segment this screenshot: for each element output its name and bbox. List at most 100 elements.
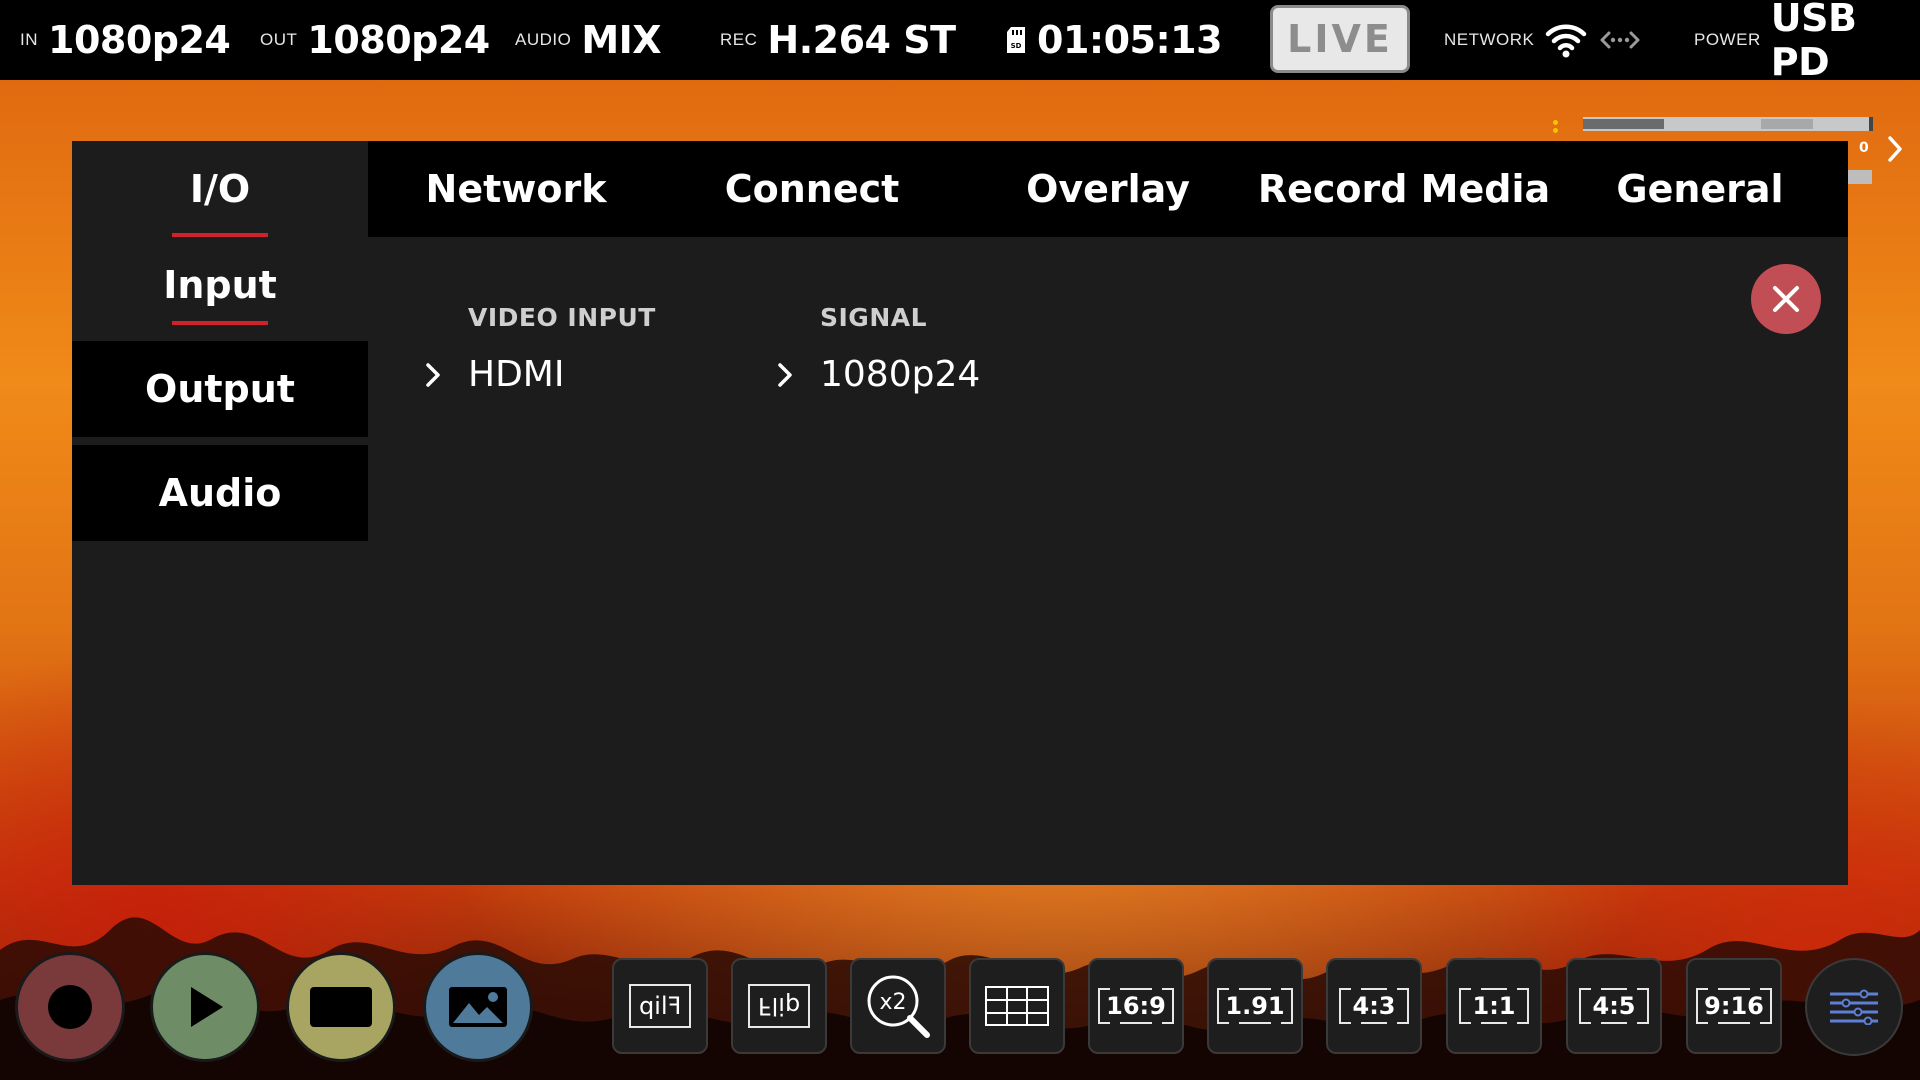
tab-network[interactable]: Network	[368, 141, 664, 237]
ratio-1-91-button[interactable]: 1.91	[1207, 958, 1303, 1054]
grid-button[interactable]	[969, 958, 1065, 1054]
flip-horizontal-icon: Flip	[629, 984, 691, 1028]
rec-status: REC H.264 ST	[720, 0, 956, 80]
flip-horizontal-button[interactable]: Flip	[612, 958, 708, 1054]
ratio-label: 9:16	[1696, 988, 1772, 1024]
input-label: IN	[20, 30, 38, 49]
gallery-button[interactable]	[423, 952, 533, 1062]
zoom-label: x2	[879, 990, 906, 1015]
tab-label: Record Media	[1257, 167, 1551, 211]
audio-channel-marker	[1848, 170, 1872, 184]
audio-level-segment	[1761, 119, 1813, 129]
close-icon	[1773, 286, 1799, 312]
rec-label: REC	[720, 30, 758, 49]
close-button[interactable]	[1751, 264, 1821, 334]
side-item-audio[interactable]: Audio	[72, 445, 368, 541]
grid-icon	[985, 986, 1049, 1026]
flip-horizontal-label: Flip	[638, 992, 682, 1020]
side-item-label: Audio	[158, 471, 282, 515]
tab-general[interactable]: General	[1552, 141, 1848, 237]
ratio-label: 16:9	[1098, 988, 1174, 1024]
svg-text:SD: SD	[1011, 42, 1022, 50]
output-format: 1080p24	[307, 18, 490, 62]
active-side-indicator	[172, 321, 268, 325]
menu-button[interactable]	[1805, 958, 1903, 1056]
screen-icon	[310, 987, 372, 1027]
audio-peak-label: 0	[1859, 140, 1869, 156]
tab-record-media[interactable]: Record Media	[1256, 141, 1552, 237]
ratio-4-3-button[interactable]: 4:3	[1326, 958, 1422, 1054]
io-side-nav: Input Output Audio	[72, 237, 368, 549]
ratio-label: 4:3	[1339, 988, 1409, 1024]
network-label: NETWORK	[1444, 30, 1535, 49]
side-item-label: Output	[145, 367, 295, 411]
video-input-field[interactable]: VIDEO INPUT HDMI	[426, 303, 656, 395]
ratio-label: 4:5	[1579, 988, 1649, 1024]
signal-value: 1080p24	[820, 354, 981, 395]
live-button[interactable]: LIVE	[1270, 5, 1410, 73]
sd-card-icon: SD	[1007, 27, 1025, 53]
tab-label: I/O	[189, 167, 251, 211]
flip-vertical-button[interactable]: Flip	[731, 958, 827, 1054]
ratio-label: 1.91	[1217, 988, 1293, 1024]
audio-level-cap	[1869, 117, 1873, 131]
video-input-label: VIDEO INPUT	[468, 303, 656, 332]
flip-vertical-icon: Flip	[748, 984, 810, 1028]
record-time-remaining: 01:05:13	[1037, 18, 1223, 62]
side-item-input[interactable]: Input	[72, 237, 368, 333]
monitor-button[interactable]	[286, 952, 396, 1062]
ratio-4-5-button[interactable]: 4:5	[1566, 958, 1662, 1054]
ratio-label: 1:1	[1459, 988, 1529, 1024]
signal-selector[interactable]: 1080p24	[778, 354, 981, 395]
record-button[interactable]	[15, 952, 125, 1062]
chevron-right-icon[interactable]	[1884, 133, 1906, 165]
image-icon	[449, 987, 507, 1027]
audio-label: AUDIO	[515, 30, 572, 49]
audio-mode: MIX	[581, 18, 662, 62]
tab-overlay[interactable]: Overlay	[960, 141, 1256, 237]
record-icon	[48, 985, 92, 1029]
signal-field[interactable]: SIGNAL 1080p24	[778, 303, 981, 395]
meter-indicator-icon	[1553, 120, 1558, 140]
power-label: POWER	[1694, 30, 1761, 49]
ethernet-icon	[1600, 31, 1640, 49]
audio-level-meter	[1583, 117, 1873, 131]
output-status: OUT 1080p24	[260, 0, 490, 80]
sliders-icon	[1830, 989, 1878, 1025]
video-input-selector[interactable]: HDMI	[426, 354, 656, 395]
ratio-9-16-button[interactable]: 9:16	[1686, 958, 1782, 1054]
network-status: NETWORK	[1444, 0, 1642, 80]
tab-io[interactable]: I/O	[72, 141, 368, 237]
power-status: POWER USB PD	[1694, 0, 1920, 84]
storage-status: SD 01:05:13	[1005, 0, 1223, 80]
zoom-button[interactable]: x2	[850, 958, 946, 1054]
ratio-1-1-button[interactable]: 1:1	[1446, 958, 1542, 1054]
wifi-icon	[1546, 24, 1587, 58]
play-button[interactable]	[150, 952, 260, 1062]
side-item-output[interactable]: Output	[72, 341, 368, 437]
chevron-right-icon	[426, 362, 440, 387]
play-icon	[191, 987, 223, 1027]
video-input-value: HDMI	[468, 354, 565, 395]
input-status: IN 1080p24	[20, 0, 231, 80]
side-item-label: Input	[163, 263, 277, 307]
signal-label: SIGNAL	[820, 303, 928, 332]
chevron-right-icon	[778, 362, 792, 387]
output-label: OUT	[260, 30, 298, 49]
tab-label: Overlay	[1026, 167, 1190, 211]
input-format: 1080p24	[48, 18, 231, 62]
tab-label: General	[1616, 167, 1784, 211]
rec-codec: H.264 ST	[767, 18, 956, 62]
status-bar: IN 1080p24 OUT 1080p24 AUDIO MIX REC H.2…	[0, 0, 1920, 84]
tab-label: Connect	[724, 167, 900, 211]
settings-panel: I/O Network Connect Overlay Record Media…	[72, 141, 1848, 885]
tab-connect[interactable]: Connect	[664, 141, 960, 237]
settings-tabs: I/O Network Connect Overlay Record Media…	[72, 141, 1848, 237]
flip-vertical-label: Flip	[757, 992, 801, 1020]
audio-status: AUDIO MIX	[515, 0, 662, 80]
power-source: USB PD	[1770, 0, 1857, 84]
magnifier-icon: x2	[867, 975, 930, 1038]
audio-level-fill	[1583, 119, 1664, 129]
ratio-16-9-button[interactable]: 16:9	[1088, 958, 1184, 1054]
tab-label: Network	[425, 167, 607, 211]
